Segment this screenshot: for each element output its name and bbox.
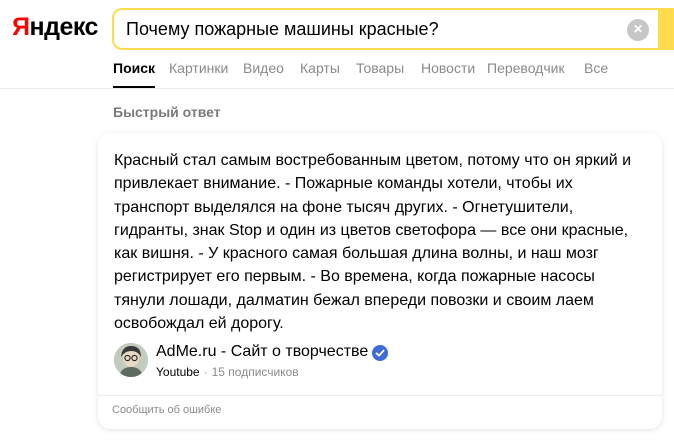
header: Яндекс × Поиск Картинки Видео Карты Това… (0, 0, 674, 89)
meta-separator: · (203, 365, 208, 379)
tab-video[interactable]: Видео (243, 60, 284, 76)
search-input[interactable] (126, 10, 616, 48)
avatar-image (114, 343, 148, 377)
source-platform: Youtube (156, 365, 200, 379)
tab-all[interactable]: Все (584, 60, 608, 76)
quick-answer-title: Быстрый ответ (113, 104, 221, 120)
search-box: × (112, 8, 674, 50)
tab-maps[interactable]: Карты (300, 60, 340, 76)
subscriber-count: 15 подписчиков (211, 365, 299, 379)
close-icon[interactable]: × (627, 19, 649, 41)
logo-first-letter: Я (12, 13, 30, 41)
card-divider (98, 395, 662, 396)
answer-text: Красный стал самым востребованным цветом… (114, 152, 632, 333)
tab-news[interactable]: Новости (421, 60, 475, 76)
source-meta: Youtube · 15 подписчиков (156, 365, 299, 379)
yandex-logo[interactable]: Яндекс (12, 13, 98, 42)
tab-search[interactable]: Поиск (113, 60, 155, 76)
quick-answer-card: Красный стал самым востребованным цветом… (98, 133, 662, 429)
active-tab-underline (113, 86, 155, 88)
tab-translator[interactable]: Переводчик (487, 60, 565, 76)
source-name[interactable]: AdMe.ru - Сайт о творчестве (156, 343, 368, 361)
search-button[interactable] (658, 8, 674, 50)
source-avatar[interactable] (114, 343, 148, 377)
report-error-link[interactable]: Сообщить об ошибке (112, 404, 221, 416)
tab-products[interactable]: Товары (356, 60, 404, 76)
verified-icon (372, 345, 388, 361)
logo-rest: ндекс (29, 13, 98, 41)
tab-images[interactable]: Картинки (169, 60, 228, 76)
